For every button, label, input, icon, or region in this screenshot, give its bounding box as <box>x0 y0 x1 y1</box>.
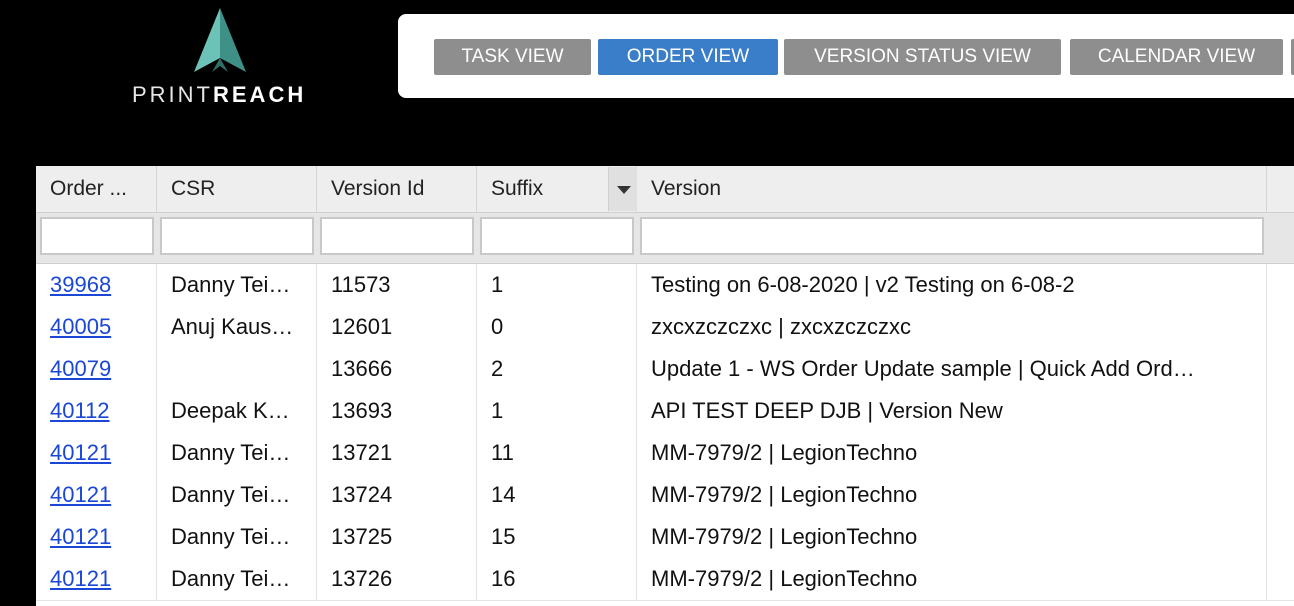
suffix-cell: 1 <box>477 264 637 306</box>
order-cell: 40005 <box>36 306 157 348</box>
csr-cell: Danny Tei… <box>157 264 317 306</box>
suffix-cell: 11 <box>477 432 637 474</box>
version-cell: MM-7979/2 | LegionTechno <box>637 516 1267 558</box>
table-row[interactable]: 39968 Danny Tei… 11573 1 Testing on 6-08-202… <box>36 264 1294 307</box>
csr-cell <box>157 348 317 390</box>
order-link[interactable]: 40121 <box>50 524 111 549</box>
order-link[interactable]: 40079 <box>50 356 111 381</box>
version-id-cell: 11573 <box>317 264 477 306</box>
extra-cell <box>1267 390 1294 432</box>
csr-cell: Danny Tei… <box>157 516 317 558</box>
filter-order-input[interactable] <box>40 217 154 255</box>
version-id-cell: 13726 <box>317 558 477 600</box>
extra-cell <box>1267 558 1294 600</box>
extra-cell <box>1267 474 1294 516</box>
order-cell: 40112 <box>36 390 157 432</box>
order-link[interactable]: 40005 <box>50 314 111 339</box>
order-link[interactable]: 39968 <box>50 272 111 297</box>
table-row[interactable]: 40121 Danny Tei… 13724 14 MM-7979/2 | Legion… <box>36 474 1294 517</box>
version-cell: MM-7979/2 | LegionTechno <box>637 474 1267 516</box>
extra-cell <box>1267 432 1294 474</box>
table-row[interactable]: 40121 Danny Tei… 13726 16 MM-7979/2 | Legion… <box>36 558 1294 601</box>
version-id-cell: 13693 <box>317 390 477 432</box>
order-link[interactable]: 40112 <box>50 398 110 423</box>
version-cell: Testing on 6-08-2020 | v2 Testing on 6-0… <box>637 264 1267 306</box>
extra-cell <box>1267 264 1294 306</box>
suffix-cell: 14 <box>477 474 637 516</box>
printreach-logo: PRINTREACH <box>128 8 308 108</box>
column-header-order[interactable]: Order ... <box>36 166 157 212</box>
filter-version-input[interactable] <box>640 217 1264 255</box>
extra-cell <box>1267 306 1294 348</box>
logo-text: PRINTREACH <box>132 82 306 108</box>
suffix-cell: 15 <box>477 516 637 558</box>
version-cell: API TEST DEEP DJB | Version New <box>637 390 1267 432</box>
order-view-button[interactable]: ORDER VIEW <box>598 39 778 75</box>
view-switcher: TASK VIEW ORDER VIEW VERSION STATUS VIEW… <box>398 14 1294 98</box>
task-view-button[interactable]: TASK VIEW <box>434 39 591 75</box>
suffix-cell: 16 <box>477 558 637 600</box>
table-row[interactable]: 40005 Anuj Kaus… 12601 0 zxcxzczczxc | zxcxz… <box>36 306 1294 349</box>
extra-cell <box>1267 348 1294 390</box>
version-cell: zxcxzczczxc | zxcxzczczxc <box>637 306 1267 348</box>
version-status-view-button[interactable]: VERSION STATUS VIEW <box>784 39 1061 75</box>
csr-cell: Deepak K… <box>157 390 317 432</box>
order-cell: 40121 <box>36 558 157 600</box>
order-link[interactable]: 40121 <box>50 482 111 507</box>
logo-text-reach: REACH <box>213 82 307 107</box>
grid-header: Order ... CSR Version Id Suffix Version <box>36 166 1294 213</box>
version-cell: MM-7979/2 | LegionTechno <box>637 558 1267 600</box>
order-cell: 40079 <box>36 348 157 390</box>
order-link[interactable]: 40121 <box>50 566 111 591</box>
suffix-cell: 1 <box>477 390 637 432</box>
extra-cell <box>1267 516 1294 558</box>
filter-row <box>36 213 1294 264</box>
column-header-csr[interactable]: CSR <box>157 166 317 212</box>
table-row[interactable]: 40112 Deepak K… 13693 1 API TEST DEEP DJB | … <box>36 390 1294 433</box>
version-cell: Update 1 - WS Order Update sample | Quic… <box>637 348 1267 390</box>
column-header-version-id[interactable]: Version Id <box>317 166 477 212</box>
table-row[interactable]: 40121 Danny Tei… 13721 11 MM-7979/2 | Legion… <box>36 432 1294 475</box>
version-id-cell: 13725 <box>317 516 477 558</box>
suffix-cell: 0 <box>477 306 637 348</box>
logo-text-print: PRINT <box>132 82 213 107</box>
table-row[interactable]: 40079 13666 2 Update 1 - WS Order Update sa… <box>36 348 1294 391</box>
csr-cell: Anuj Kaus… <box>157 306 317 348</box>
filter-csr-input[interactable] <box>160 217 314 255</box>
filter-version-id-input[interactable] <box>320 217 474 255</box>
csr-cell: Danny Tei… <box>157 474 317 516</box>
calendar-view-button[interactable]: CALENDAR VIEW <box>1070 39 1283 75</box>
order-cell: 40121 <box>36 432 157 474</box>
csr-cell: Danny Tei… <box>157 432 317 474</box>
table-row[interactable]: 40121 Danny Tei… 13725 15 MM-7979/2 | Legion… <box>36 516 1294 559</box>
order-link[interactable]: 40121 <box>50 440 111 465</box>
version-id-cell: 13724 <box>317 474 477 516</box>
order-cell: 40121 <box>36 516 157 558</box>
column-header-version[interactable]: Version <box>637 166 1267 212</box>
version-cell: MM-7979/2 | LegionTechno <box>637 432 1267 474</box>
order-cell: 39968 <box>36 264 157 306</box>
suffix-cell: 2 <box>477 348 637 390</box>
csr-cell: Danny Tei… <box>157 558 317 600</box>
order-cell: 40121 <box>36 474 157 516</box>
version-id-cell: 13721 <box>317 432 477 474</box>
version-id-cell: 13666 <box>317 348 477 390</box>
paper-plane-logo-icon <box>194 8 246 72</box>
column-menu-dropdown-icon[interactable] <box>608 167 637 211</box>
column-header-extra <box>1267 166 1294 212</box>
filter-suffix-input[interactable] <box>480 217 634 255</box>
version-id-cell: 12601 <box>317 306 477 348</box>
orders-grid: Order ... CSR Version Id Suffix Version … <box>36 166 1294 606</box>
